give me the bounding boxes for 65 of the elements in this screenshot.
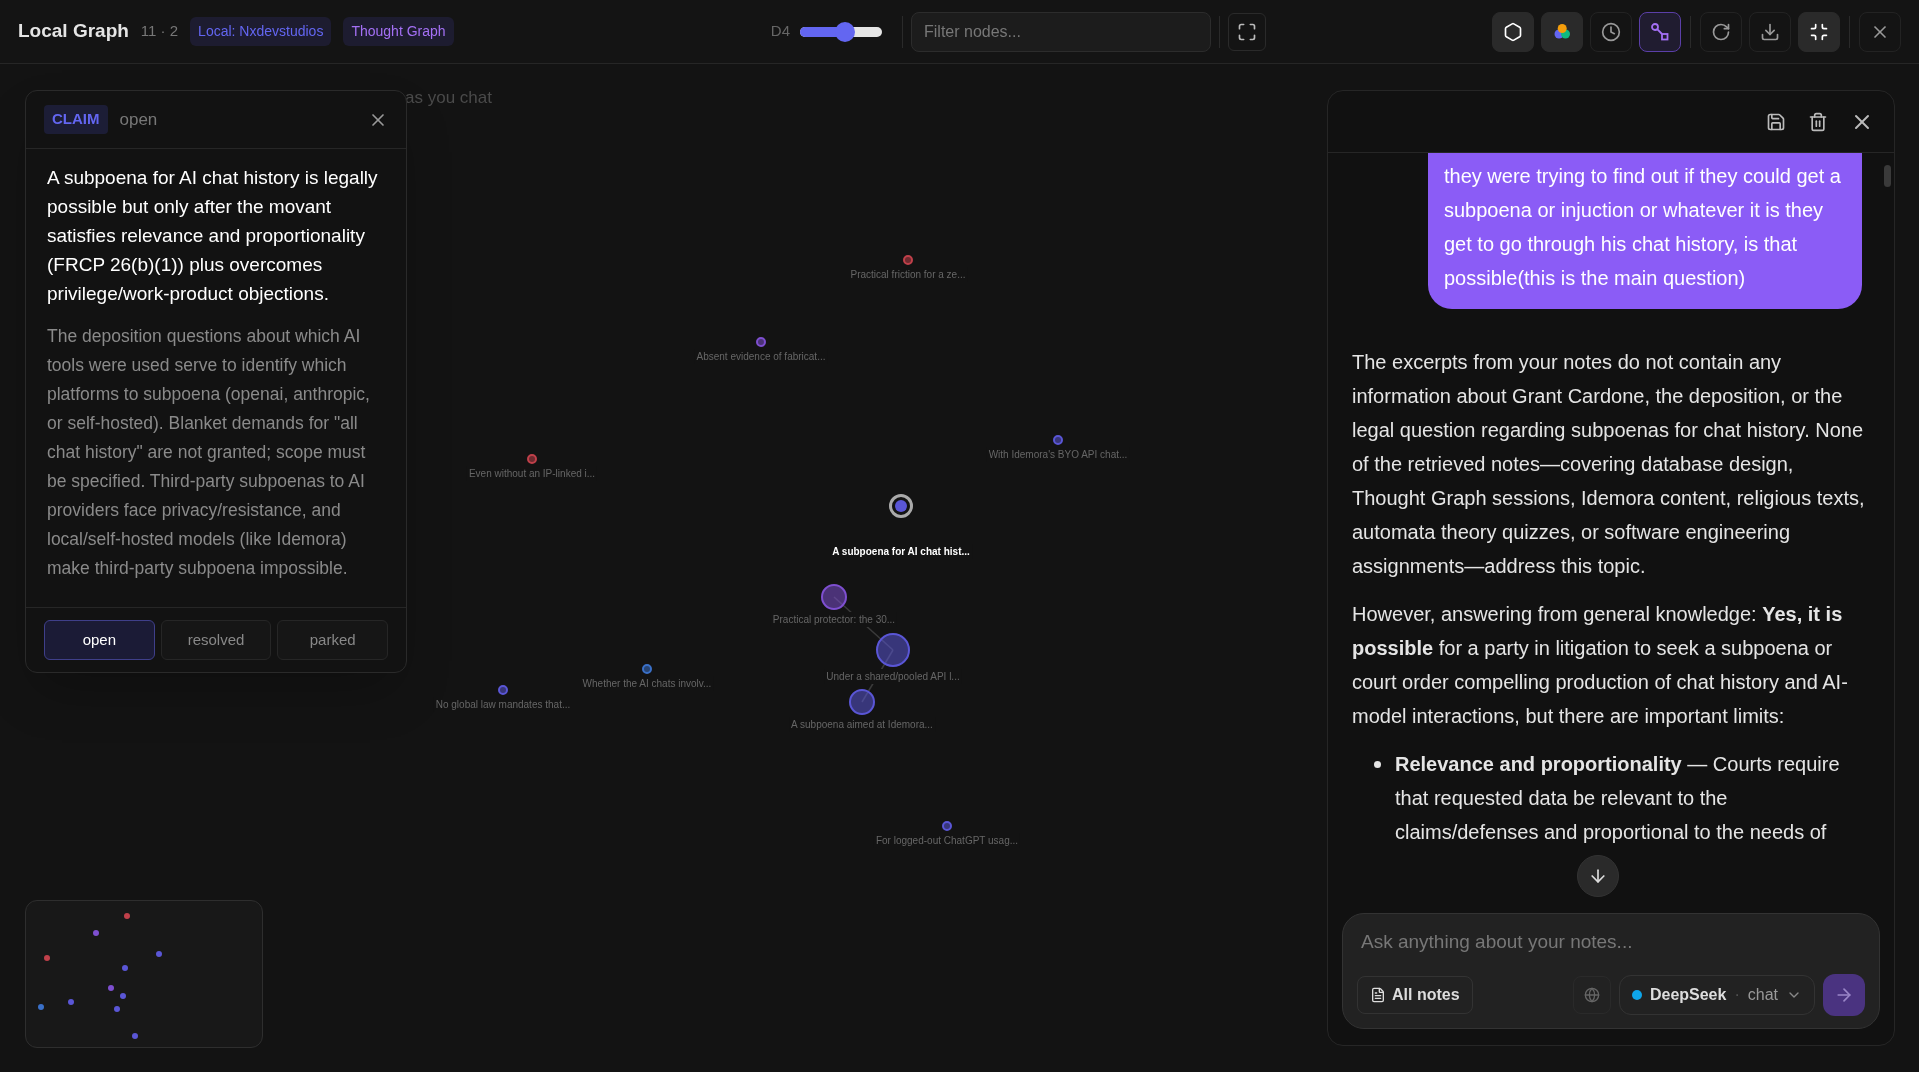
node-link-icon <box>1650 21 1670 42</box>
document-icon <box>1370 987 1386 1003</box>
status-button[interactable]: parked <box>277 620 388 660</box>
toolbar-button[interactable] <box>1798 11 1840 52</box>
claim-body: The deposition questions about which AI tools were used serve to identify which platforms to subpoena (openai, anthropic, or self-hosted). Blanket demands for "all chat history" are not granted; scope must be specified. Third-party subpoenas to AI providers face privacy/resistance, and local/self-hosted models (like Idemora) make third-party subpoena impossible. <box>47 325 371 580</box>
graph-node[interactable] <box>527 454 537 464</box>
filter-field[interactable]: Filter nodes... <box>911 11 1211 52</box>
globe-icon <box>1583 987 1600 1003</box>
assistant-paragraph: The excerpts from your notes do not contain any information about Grant Cardone, the deposition, or the legal question regarding subpoenas for chat history. None of the retrieved notes—covering database design, Thought Graph sessions, Idemora content, religious texts, automata theory quizzes, or software engineering assignments—address this topic. <box>1352 350 1866 579</box>
node-label: Under a shared/pooled API l... <box>824 669 962 684</box>
model-selector[interactable]: DeepSeek · chat <box>1618 975 1815 1015</box>
color-circles-icon <box>1552 21 1572 42</box>
graph-node[interactable] <box>849 689 875 715</box>
web-search-button[interactable] <box>1572 976 1611 1014</box>
chat-input-field[interactable]: Ask anything about your notes... <box>1357 927 1865 956</box>
model-mode: chat <box>1747 985 1778 1005</box>
trash-icon <box>1808 111 1828 132</box>
node-label: A subpoena aimed at Idemora... <box>789 717 935 732</box>
toolbar-button[interactable] <box>1590 11 1632 52</box>
save-icon <box>1766 111 1786 132</box>
graph-node[interactable] <box>889 494 913 518</box>
graph-node[interactable] <box>821 584 847 610</box>
node-label: Practical protector: the 30... <box>770 612 898 627</box>
fullscreen-button[interactable] <box>1228 12 1266 51</box>
node-label: For logged-out ChatGPT usag... <box>873 833 1021 848</box>
download-icon <box>1760 21 1780 42</box>
graph-node[interactable] <box>498 685 508 695</box>
claim-title: A subpoena for AI chat history is legally possible but only after the movant satisfies relevance and proportionality (FRCP 26(b)(1)) plus overcomes privilege/work-product objections. <box>47 166 379 306</box>
clock-icon <box>1601 21 1621 42</box>
claim-status: open <box>119 108 158 131</box>
graph-node[interactable] <box>942 821 952 831</box>
scroll-down-button[interactable] <box>1577 854 1619 897</box>
graph-node[interactable] <box>903 255 913 265</box>
graph-counts: 11 · 2 <box>140 21 179 42</box>
status-button[interactable]: resolved <box>160 620 272 660</box>
graph-node[interactable] <box>876 633 910 667</box>
scrollbar-thumb[interactable] <box>1884 165 1891 187</box>
hexagon-icon <box>1503 21 1523 42</box>
graph-node[interactable] <box>1053 435 1063 445</box>
scope-button[interactable]: All notes <box>1357 976 1473 1014</box>
toolbar-button[interactable] <box>1492 11 1534 52</box>
scope-tag: Local: Nxdevstudios <box>190 17 332 46</box>
node-label: No global law mandates that... <box>433 697 573 712</box>
assistant-paragraph: However, answering from general knowledge: Yes, it is possible for a party in litigation to seek a subpoena or court order compelling production of chat history and AI-model interactions, but there are important limits: <box>1352 602 1849 729</box>
fullscreen-icon <box>1237 21 1257 42</box>
separator-dot: · <box>1734 985 1740 1005</box>
assistant-bullet: Relevance and proportionality — Courts require that requested data be relevant to the claims/defenses and proportional to the needs of <box>1395 752 1841 845</box>
claim-badge: CLAIM <box>44 105 108 134</box>
graph-node[interactable] <box>642 664 652 674</box>
delete-button[interactable] <box>1808 111 1828 132</box>
scope-tag: Thought Graph <box>343 17 454 46</box>
node-label: A subpoena for AI chat hist... <box>830 544 972 559</box>
save-button[interactable] <box>1766 111 1786 132</box>
refresh-icon <box>1711 21 1731 42</box>
toolbar-button[interactable] <box>1700 11 1742 52</box>
graph-node[interactable] <box>756 337 766 347</box>
compress-icon <box>1809 21 1829 42</box>
user-message: they were trying to find out if they could get a subpoena or injuction or whatever it is they get to go through his chat history, is that possible(this is the main question) <box>1428 153 1862 309</box>
graph-title: Local Graph <box>18 19 129 44</box>
status-button[interactable]: open <box>44 620 155 660</box>
toolbar-button[interactable] <box>1541 11 1583 52</box>
model-name: DeepSeek <box>1649 985 1727 1005</box>
depth-label: D4 <box>770 21 790 42</box>
toolbar-button[interactable] <box>1749 11 1791 52</box>
depth-slider-thumb[interactable] <box>835 21 856 42</box>
